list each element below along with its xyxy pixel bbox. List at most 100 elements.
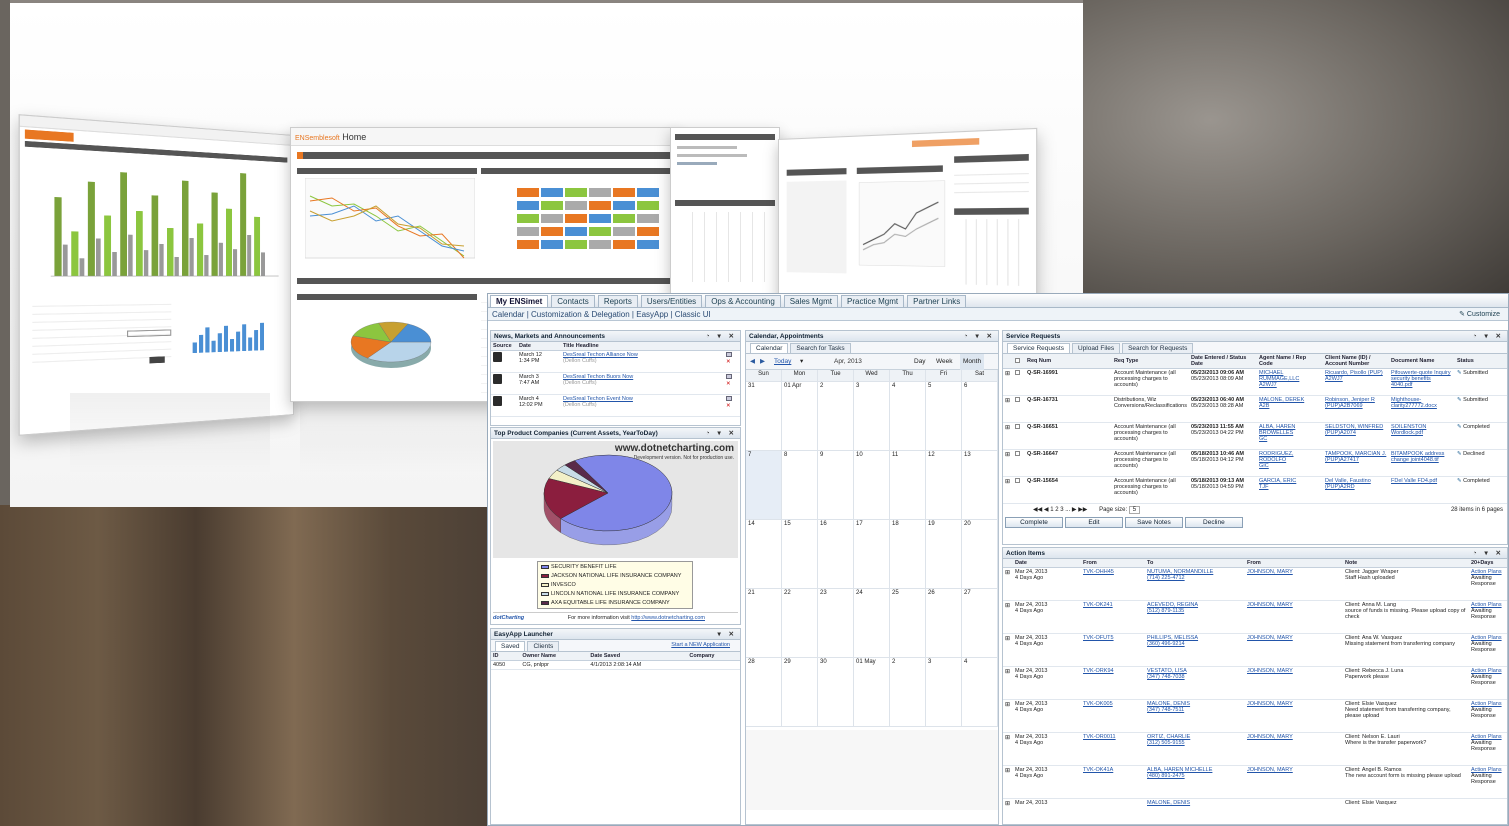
service-request-row[interactable]: ⊞ Q-SR-16651 Account Maintenance (all proc… (1003, 422, 1507, 450)
calendar-day-cell[interactable]: 6 (962, 382, 998, 451)
delete-icon[interactable]: ✕ (726, 359, 731, 365)
panel-controls-icon[interactable]: ◔ ▾ ✕ (964, 331, 995, 342)
ai-col-to[interactable]: To (1145, 559, 1245, 568)
action-item-row[interactable]: ⊞ Mar 24, 2013 4 Days Ago TVK-OK241 ACEVEDO,… (1003, 600, 1507, 634)
expand-icon[interactable]: ⊞ (1005, 801, 1010, 807)
panel-controls-icon[interactable]: ◔ ▾ ✕ (706, 428, 737, 439)
calendar-day-cell[interactable]: 17 (854, 520, 890, 589)
prev-month-icon[interactable]: ◀ (750, 354, 755, 370)
sr-code[interactable]: A2WJ7 (1259, 382, 1277, 388)
expand-icon[interactable]: ⊞ (1005, 398, 1010, 404)
ai-from-link[interactable]: TVK-OHH45 (1083, 569, 1114, 575)
ai-col-date[interactable]: Date (1013, 559, 1081, 568)
expand-icon[interactable]: ⊞ (1005, 603, 1010, 609)
row-checkbox[interactable] (1015, 370, 1020, 375)
start-new-application-link[interactable]: Start a NEW Application (671, 642, 730, 648)
expand-icon[interactable]: ⊞ (1005, 452, 1010, 458)
calendar-day-cell[interactable]: 25 (890, 589, 926, 658)
pager-prev-icon[interactable]: ◀ (1044, 507, 1049, 513)
ai-from-link[interactable]: TVK-OK005 (1083, 701, 1113, 707)
service-request-row[interactable]: ⊞ Q-SR-16647 Account Maintenance (all proc… (1003, 449, 1507, 477)
calendar-day-cell[interactable]: 8 (782, 451, 818, 520)
calendar-day-cell[interactable]: 3 (854, 382, 890, 451)
calendar-day-cell[interactable]: 24 (854, 589, 890, 658)
calendar-day-cell[interactable]: 26 (926, 589, 962, 658)
today-button[interactable]: Today (774, 354, 791, 370)
ai-from-link[interactable]: TVK-OK241 (1083, 602, 1113, 608)
sr-client[interactable]: Robinson, Jeniper R (PUP)A2B7069 (1325, 397, 1375, 409)
calendar-day-cell[interactable]: 13 (962, 451, 998, 520)
action-item-row[interactable]: ⊞ Mar 24, 2013 4 Days Ago TVK-OR0011 ORTIZ, … (1003, 732, 1507, 766)
ai-to-phone[interactable]: (347) 748-7511 (1147, 707, 1184, 713)
view-month[interactable]: Month (960, 354, 985, 370)
service-request-row[interactable]: ⊞ Q-SR-16991 Account Maintenance (all proc… (1003, 368, 1507, 396)
tab-sales-mgmt[interactable]: Sales Mgmt (783, 295, 839, 307)
panel-controls-icon[interactable]: ◔ ▾ ✕ (1473, 331, 1504, 342)
ai-to-phone[interactable]: (512) 879-1135 (1147, 608, 1184, 614)
easyapp-col-company[interactable]: Company (687, 652, 740, 661)
row-checkbox[interactable] (1015, 478, 1020, 483)
sr-client[interactable]: SELDSTON, WINFRED (PUP)A2074 (1325, 424, 1383, 436)
calendar-day-cell[interactable]: 01 May (854, 658, 890, 727)
calendar-day-cell[interactable]: 2 (818, 382, 854, 451)
customize-link[interactable]: ✎ Customize (1459, 308, 1500, 321)
calendar-day-cell[interactable]: 5 (926, 382, 962, 451)
calendar-day-cell[interactable]: 21 (746, 589, 782, 658)
ai-col-days[interactable]: 20+Days (1469, 559, 1507, 568)
sr-client[interactable]: Del Valle, Faustino (PUP)A2RD (1325, 478, 1371, 490)
calendar-day-cell[interactable]: 19 (926, 520, 962, 589)
ai-assignee-link[interactable]: JOHNSON, MARY (1247, 668, 1293, 674)
ai-assignee-link[interactable]: JOHNSON, MARY (1247, 602, 1293, 608)
tab-partner-links[interactable]: Partner Links (907, 295, 967, 307)
service-request-row[interactable]: ⊞ Q-SR-15654 Account Maintenance (all proc… (1003, 476, 1507, 504)
next-month-icon[interactable]: ▶ (760, 354, 765, 370)
tab-ops-accounting[interactable]: Ops & Accounting (705, 295, 781, 307)
tab-practice-mgmt[interactable]: Practice Mgmt (841, 295, 905, 307)
tab-clients[interactable]: Clients (527, 641, 560, 651)
sr-code[interactable]: GC (1259, 436, 1267, 442)
email-icon[interactable] (726, 374, 732, 379)
edit-button[interactable]: Edit (1064, 517, 1123, 528)
calendar-day-cell[interactable]: 23 (818, 589, 854, 658)
row-checkbox[interactable] (1015, 451, 1020, 456)
calendar-day-cell[interactable]: 14 (746, 520, 782, 589)
calendar-day-cell[interactable]: 31 (746, 382, 782, 451)
ai-from-link[interactable]: TVK-OK41A (1083, 767, 1113, 773)
action-item-row[interactable]: ⊞ Mar 24, 2013 4 Days Ago TVK-OFUT5 PHILLIPS… (1003, 633, 1507, 667)
delete-icon[interactable]: ✕ (726, 381, 731, 387)
ai-from-link[interactable]: TVK-OR0011 (1083, 734, 1116, 740)
action-item-row[interactable]: ⊞ Mar 24, 2013 MALONE, DENIS Client: Elsie … (1003, 798, 1507, 824)
calendar-day-cell[interactable]: 18 (890, 520, 926, 589)
tab-contacts[interactable]: Contacts (551, 295, 595, 307)
sr-num[interactable]: Q-SR-16731 (1027, 397, 1058, 403)
news-row[interactable]: March 3 7:47 AM DesSreal Techon Buors Now(… (491, 372, 740, 395)
service-request-row[interactable]: ⊞ Q-SR-16731 Distributions, Wiz Conversion… (1003, 395, 1507, 423)
decline-button[interactable]: Decline (1184, 517, 1243, 528)
today-dropdown-icon[interactable]: ▾ (800, 354, 803, 370)
calendar-day-cell[interactable]: 4 (962, 658, 998, 727)
tab-calendar[interactable]: Calendar (750, 343, 789, 353)
easyapp-col-owner[interactable]: Owner Name (520, 652, 589, 661)
sr-document-link[interactable]: BITAMPOOK address change joint4048.tif (1391, 451, 1444, 463)
calendar-day-cell[interactable]: 9 (818, 451, 854, 520)
news-col-title[interactable]: Title Headline (561, 342, 724, 351)
view-week[interactable]: Week (936, 354, 953, 370)
sr-document-link[interactable]: SOILENSTON Wordlock.pdf (1391, 424, 1426, 436)
news-row[interactable]: March 4 12:02 PM DesSreal Techon Event Now… (491, 394, 740, 417)
calendar-day-cell[interactable]: 28 (746, 658, 782, 727)
easyapp-col-id[interactable]: ID (491, 652, 521, 661)
sr-code[interactable]: TJF (1259, 484, 1268, 490)
tab-search-for-tasks[interactable]: Search for Tasks (790, 343, 851, 353)
calendar-day-cell[interactable]: 16 (818, 520, 854, 589)
ai-col-from[interactable]: From (1081, 559, 1145, 568)
calendar-day-cell[interactable]: 12 (926, 451, 962, 520)
action-item-row[interactable]: ⊞ Mar 24, 2013 4 Days Ago TVK-OHH45 NUTUMA, … (1003, 567, 1507, 601)
ai-col-note[interactable]: Note (1343, 559, 1469, 568)
ai-to-phone[interactable]: (480) 891-2475 (1147, 773, 1185, 779)
expand-icon[interactable]: ⊞ (1005, 425, 1010, 431)
select-all-checkbox[interactable] (1015, 357, 1020, 363)
sr-code[interactable]: GIC (1259, 463, 1269, 469)
calendar-day-cell[interactable]: 11 (890, 451, 926, 520)
sr-num[interactable]: Q-SR-16991 (1027, 370, 1058, 376)
calendar-day-cell[interactable]: 7 (746, 451, 782, 520)
